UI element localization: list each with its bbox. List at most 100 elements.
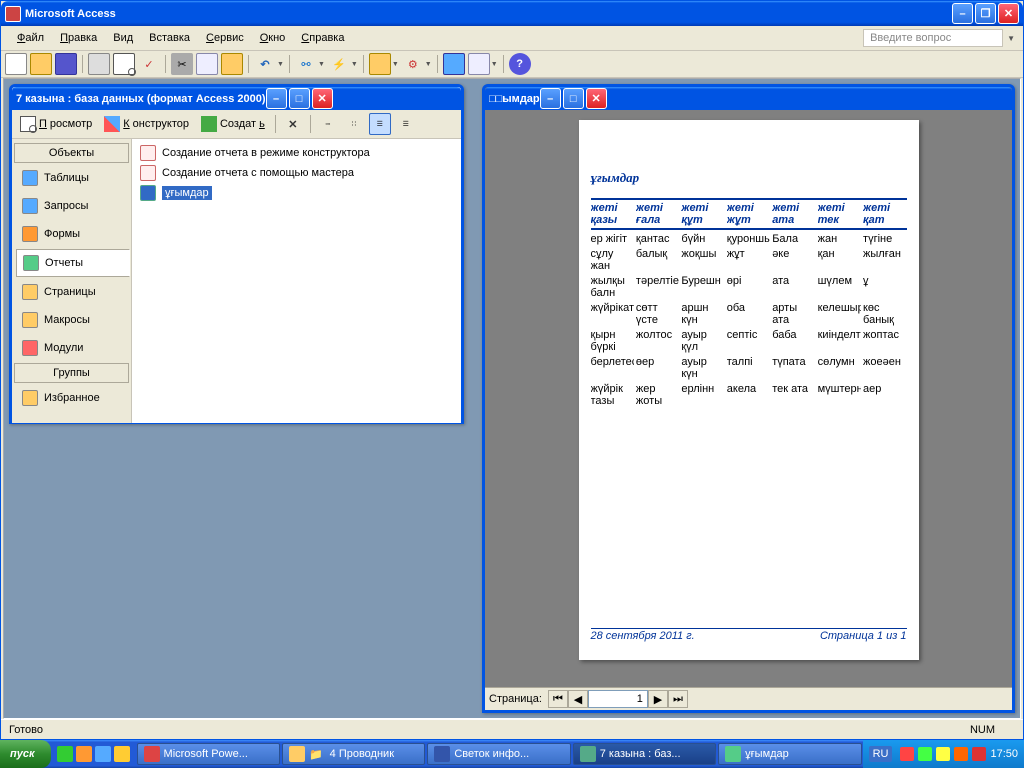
menu-window[interactable]: Окно [252,30,294,46]
open-button[interactable] [30,53,52,75]
task-word[interactable]: Светок инфо... [427,743,570,765]
pager-first-button[interactable]: ⏮ [548,690,568,708]
language-indicator[interactable]: RU [869,746,893,762]
tray-icon-1[interactable] [900,747,914,761]
menu-view[interactable]: Вид [105,30,141,46]
spellcheck-button[interactable]: ✓ [138,53,160,75]
ql-icon-4[interactable] [114,746,130,762]
nav-modules[interactable]: Модули [16,335,127,361]
view-list-button[interactable]: ☰ [369,113,391,135]
nav-pages[interactable]: Страницы [16,279,127,305]
code-button[interactable]: ⚙ [402,53,424,75]
db-close-button[interactable]: ✕ [312,88,333,109]
report-preview-window[interactable]: □□ымдар – □ ✕ ұғымдар жеті қазыжеті ғала… [482,84,1015,713]
db-open-preview-button[interactable]: Просмотр [16,114,96,134]
dd-icon[interactable]: ▼ [425,61,432,68]
nav-macros[interactable]: Макросы [16,307,127,333]
pager-page-input[interactable] [588,690,648,708]
menu-insert[interactable]: Вставка [141,30,198,46]
print-button[interactable] [88,53,110,75]
pager-next-button[interactable]: ▶ [648,690,668,708]
nav-favorites[interactable]: Избранное [16,385,127,411]
report-minimize-button[interactable]: – [540,88,561,109]
report-pager: Страница: ⏮ ◀ ▶ ⏭ [485,687,1012,710]
dd-icon[interactable]: ▼ [351,61,358,68]
list-report-item[interactable]: ұғымдар [136,183,457,203]
system-tray: RU 17:50 [863,740,1024,768]
view-details-button[interactable]: ☰ [395,113,417,135]
db-titlebar[interactable]: 7 казына : база данных (формат Access 20… [12,87,461,110]
report-page-title: ұғымдар [591,170,907,186]
start-button[interactable]: пуск [0,740,51,768]
main-minimize-button[interactable]: – [952,3,973,24]
ql-icon-2[interactable] [76,746,92,762]
list-create-wizard[interactable]: Создание отчета с помощью мастера [136,163,457,183]
db-main-list[interactable]: Создание отчета в режиме конструктора Со… [132,139,461,423]
ql-icon-3[interactable] [95,746,111,762]
db-minimize-button[interactable]: – [266,88,287,109]
table-row: қырн бүркіжолтосауыр қүлсептісбабакиінде… [591,326,907,353]
report-close-button[interactable]: ✕ [586,88,607,109]
analyze-button[interactable]: ⚡ [328,53,350,75]
question-dropdown-icon[interactable]: ▼ [1007,34,1015,43]
undo-dropdown-icon[interactable]: ▼ [277,61,284,68]
list-create-design[interactable]: Создание отчета в режиме конструктора [136,143,457,163]
report-task-icon [725,746,741,762]
task-access-db[interactable]: 7 казына : баз... [573,743,716,765]
app-title: Microsoft Access [25,8,116,20]
report-titlebar[interactable]: □□ымдар – □ ✕ [485,87,1012,110]
db-objects-button[interactable] [468,53,490,75]
db-maximize-button[interactable]: □ [289,88,310,109]
menu-help[interactable]: Справка [293,30,352,46]
view-large-icons-button[interactable]: ▫▫ [317,113,339,135]
report-maximize-button[interactable]: □ [563,88,584,109]
menu-edit[interactable]: Правка [52,30,105,46]
ql-icon-1[interactable] [57,746,73,762]
copy-button[interactable] [196,53,218,75]
undo-button[interactable]: ↶ [254,53,276,75]
group-groups-header: Группы [14,363,129,383]
tray-icon-2[interactable] [918,747,932,761]
menu-service[interactable]: Сервис [198,30,252,46]
cut-button[interactable]: ✂ [171,53,193,75]
tray-icon-4[interactable] [954,747,968,761]
view-small-icons-button[interactable]: ∷ [343,113,365,135]
main-titlebar[interactable]: Microsoft Access – ❐ ✕ [1,1,1023,26]
task-powerpoint[interactable]: Microsoft Powe... [137,743,280,765]
pages-icon [22,284,38,300]
dd-icon[interactable]: ▼ [491,61,498,68]
db-design-button[interactable]: Конструктор [100,114,193,134]
pager-last-button[interactable]: ⏭ [668,690,688,708]
script-button[interactable] [369,53,391,75]
nav-reports[interactable]: Отчеты [16,249,130,277]
help-button[interactable]: ? [509,53,531,75]
preview-button[interactable] [113,53,135,75]
main-restore-button[interactable]: ❐ [975,3,996,24]
tray-icon-3[interactable] [936,747,950,761]
db-create-button[interactable]: Создать [197,114,269,134]
dd-icon[interactable]: ▼ [392,61,399,68]
nav-queries[interactable]: Запросы [16,193,127,219]
tray-icon-5[interactable] [972,747,986,761]
report-canvas[interactable]: ұғымдар жеті қазыжеті ғалажеті құтжеті ж… [485,110,1012,687]
nav-forms[interactable]: Формы [16,221,127,247]
paste-button[interactable] [221,53,243,75]
clock[interactable]: 17:50 [990,748,1018,760]
database-window[interactable]: 7 казына : база данных (формат Access 20… [9,84,464,424]
nav-tables[interactable]: Таблицы [16,165,127,191]
new-button[interactable] [5,53,27,75]
task-report[interactable]: ұғымдар [718,743,861,765]
mdi-area: 7 казына : база данных (формат Access 20… [3,78,1021,719]
properties-button[interactable] [443,53,465,75]
save-button[interactable] [55,53,77,75]
relationships-button[interactable]: ⚯ [295,53,317,75]
menu-file[interactable]: Файл [9,30,52,46]
dd-icon[interactable]: ▼ [318,61,325,68]
main-close-button[interactable]: ✕ [998,3,1019,24]
db-delete-button[interactable]: ✕ [282,113,304,135]
task-explorer[interactable]: 📁4 Проводник [282,743,425,765]
pager-prev-button[interactable]: ◀ [568,690,588,708]
table-row: жүйрік тазыжер жотыерліннакелатек атамүш… [591,380,907,407]
help-question-input[interactable]: Введите вопрос [863,29,1003,47]
separator [289,55,290,73]
